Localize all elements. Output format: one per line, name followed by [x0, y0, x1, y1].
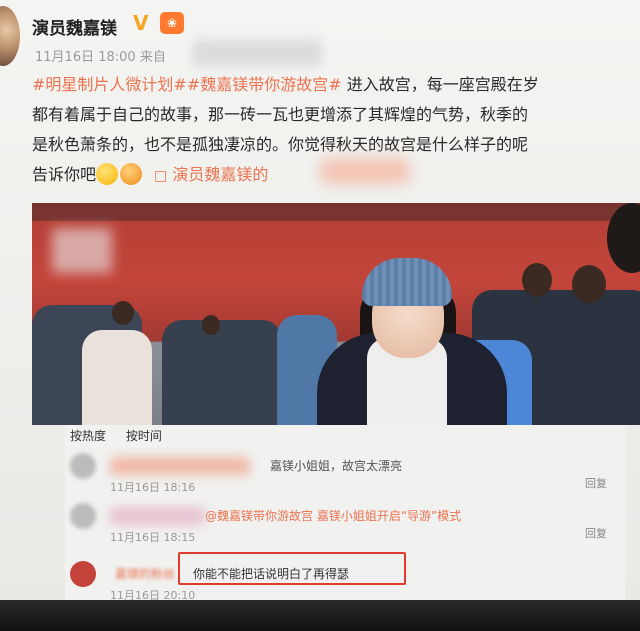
- commenter-name[interactable]: 嘉镁的粉丝: [115, 565, 175, 582]
- crowd-figure: [162, 320, 282, 425]
- post-line: 是秋色萧条的，也不是孤独凄凉的。你觉得秋天的故宫是什么样子的呢: [32, 135, 529, 154]
- comment-sort-tabs: 按热度 按时间: [70, 427, 178, 444]
- crowd-figure: [82, 330, 152, 425]
- crowd-head: [522, 263, 552, 297]
- post-line: #明星制片人微计划##魏嘉镁带你游故宫# 进入故宫，每一座宫殿在岁: [32, 70, 640, 100]
- tongue-emoji-icon: [120, 163, 143, 185]
- verified-icon: V: [133, 11, 149, 35]
- commenter-avatar[interactable]: [70, 453, 96, 479]
- blurred-commenter-name: [110, 507, 205, 525]
- comment-text: @魏嘉镁带你游故宫 嘉镁小姐姐开启“导游”模式: [205, 509, 462, 523]
- commenter-avatar[interactable]: [70, 503, 96, 529]
- reply-button[interactable]: 回复: [585, 525, 607, 541]
- level-badge-icon: ❀: [160, 12, 184, 34]
- blurred-link-text: [320, 158, 410, 184]
- reply-button[interactable]: 回复: [585, 475, 607, 491]
- crowd-head: [202, 315, 220, 335]
- post-text-span: 告诉你吧: [32, 165, 97, 184]
- comments-panel: 按热度 按时间 嘉镁小姐姐，故宫太漂亮 11月16日 18:16 回复 @魏嘉镁…: [65, 425, 625, 600]
- blurred-source: [192, 40, 322, 66]
- post-line: 都有着属于自己的故事，那一砖一瓦也更增添了其辉煌的气势，秋季的: [32, 105, 529, 124]
- smile-emoji-icon: [96, 163, 119, 185]
- red-highlight-box: [178, 552, 406, 585]
- commenter-avatar[interactable]: [70, 561, 96, 587]
- crowd-head: [572, 265, 606, 303]
- comment-time: 11月16日 20:10: [110, 589, 196, 600]
- post-timestamp: 11月16日 18:00 来自: [35, 50, 166, 65]
- link-icon: □: [154, 168, 168, 184]
- comment-text: 嘉镁小姐姐，故宫太漂亮: [270, 459, 403, 473]
- tab-time[interactable]: 按时间: [126, 429, 162, 443]
- author-name[interactable]: 演员魏嘉镁: [32, 14, 117, 39]
- comment-time: 11月16日 18:16: [110, 481, 196, 494]
- profile-link[interactable]: 演员魏嘉镁的: [172, 165, 268, 184]
- author-avatar[interactable]: [0, 6, 20, 66]
- hashtag-link[interactable]: #明星制片人微计划#: [32, 75, 187, 94]
- post-text-span: 进入故宫，每一座宫殿在岁: [341, 75, 539, 94]
- monitor-screen: 演员魏嘉镁 V ❀ 11月16日 18:00 来自 #明星制片人微计划##魏嘉镁…: [0, 0, 640, 600]
- palace-roof: [32, 203, 640, 221]
- blurred-window: [52, 228, 112, 273]
- host-knit-hat: [362, 258, 452, 306]
- comment-time: 11月16日 18:15: [110, 531, 196, 544]
- crowd-head: [112, 301, 134, 325]
- blurred-commenter-name: [110, 457, 250, 475]
- monitor-bezel: [0, 600, 640, 631]
- hashtag-link[interactable]: #魏嘉镁带你游故宫#: [187, 75, 342, 94]
- tab-hot[interactable]: 按热度: [70, 429, 106, 443]
- video-player[interactable]: [32, 203, 640, 425]
